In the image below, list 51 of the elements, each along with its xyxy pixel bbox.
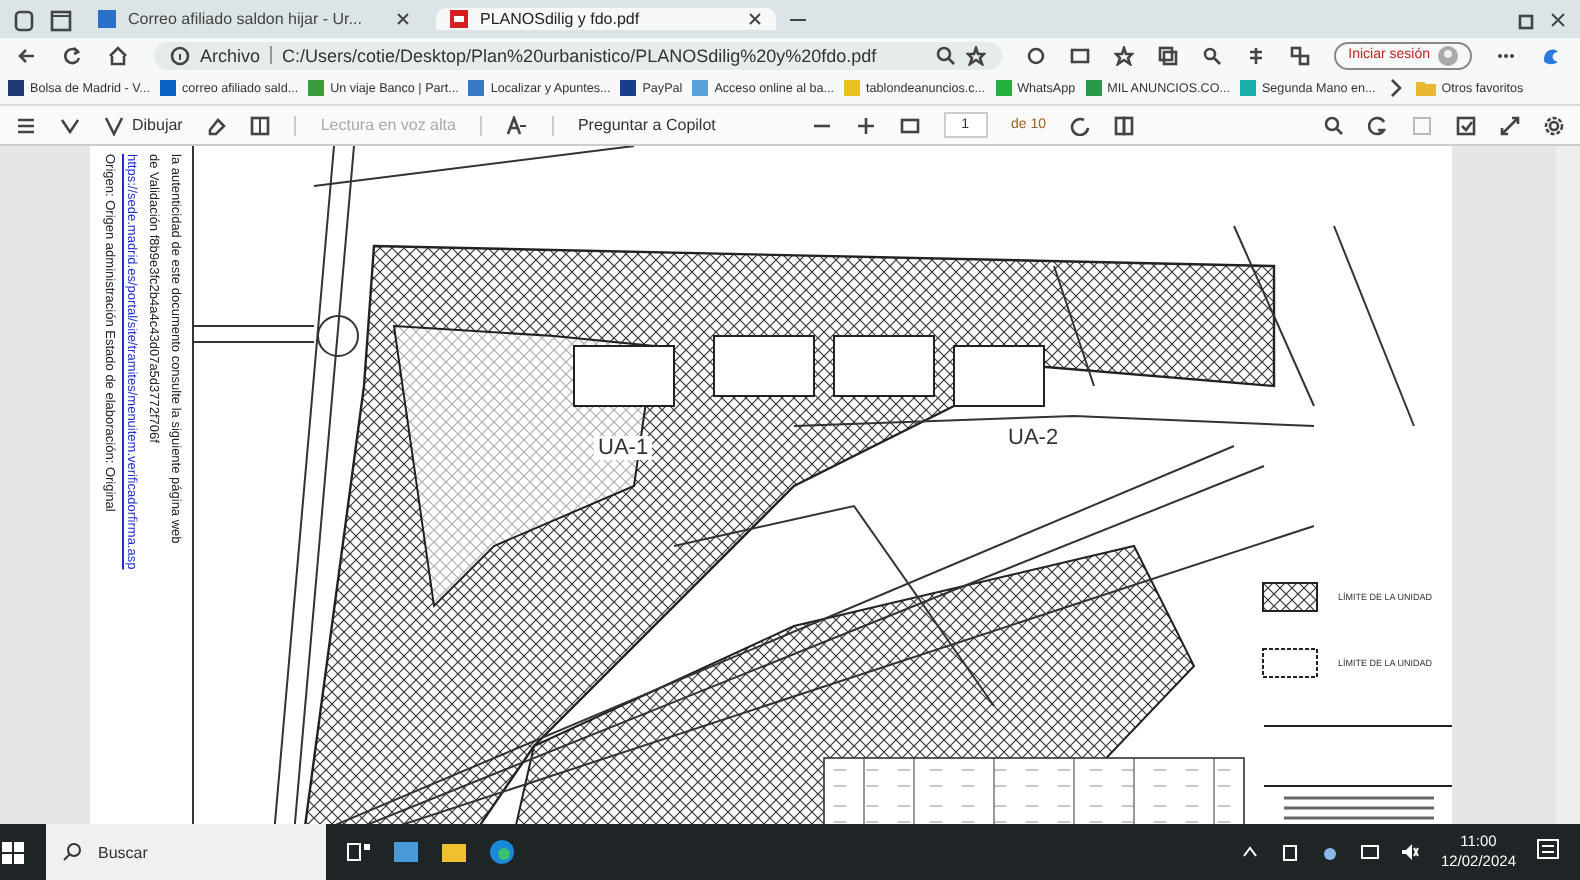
refresh-icon[interactable]	[1368, 115, 1388, 135]
restore-icon[interactable]	[1516, 9, 1536, 29]
folder-icon	[1415, 78, 1436, 98]
url-text: C:/Users/cotie/Desktop/Plan%20urbanistico/PLANOSdilig%20y%20fdo.pdf	[282, 45, 877, 65]
text-icon[interactable]	[250, 115, 271, 135]
close-icon[interactable]	[746, 10, 764, 28]
windows-start-icon[interactable]	[0, 839, 26, 865]
workspaces-icon[interactable]	[12, 7, 36, 31]
browser-tab[interactable]: PLANOSdilig y fdo.pdf	[436, 8, 776, 30]
plan-label: UA-1	[594, 436, 653, 460]
info-icon[interactable]	[170, 45, 190, 65]
fit-page-icon[interactable]	[899, 115, 920, 135]
dashed-legend-swatch-icon	[1261, 648, 1318, 678]
zoom-in-icon[interactable]	[855, 115, 876, 135]
browser-tab[interactable]: Correo afiliado saldon hijar - Ur...	[84, 8, 424, 30]
contents-icon[interactable]	[16, 115, 36, 135]
folder-icon[interactable]	[440, 838, 468, 866]
zoom-icon[interactable]	[936, 45, 957, 65]
ask-copilot-button[interactable]: Preguntar a Copilot	[577, 116, 716, 134]
search-icon[interactable]	[1324, 115, 1344, 135]
fullscreen-icon[interactable]	[1500, 115, 1520, 135]
page-view-icon[interactable]	[1114, 115, 1135, 135]
collections-icon[interactable]	[1158, 45, 1179, 65]
task-view-icon[interactable]	[346, 839, 372, 865]
home-icon[interactable]	[108, 45, 130, 65]
edge-browser-icon[interactable]	[488, 838, 516, 866]
settings-icon[interactable]	[1544, 115, 1564, 135]
star-icon[interactable]	[966, 45, 987, 65]
back-icon[interactable]	[16, 45, 38, 65]
file-scheme-label: Archivo	[200, 45, 261, 65]
avatar-icon	[1438, 45, 1458, 65]
plan-label: UA-2	[1004, 426, 1063, 450]
eraser-icon[interactable]	[206, 115, 227, 135]
tab-actions-icon[interactable]	[48, 7, 72, 31]
save-as-icon[interactable]	[1456, 115, 1476, 135]
chevron-icon[interactable]	[1385, 78, 1406, 98]
refresh-icon[interactable]	[62, 45, 84, 65]
taskbar-search-field[interactable]: Buscar	[46, 824, 326, 880]
pdf-icon	[448, 8, 470, 30]
mail-icon	[96, 8, 118, 30]
mail-app-icon[interactable]	[392, 838, 420, 866]
close-icon[interactable]	[1548, 9, 1568, 29]
address-field[interactable]: Archivo C:/Users/cotie/Desktop/Plan%20urbanistico/PLANOSdilig%20y%20fdo.pdf	[154, 41, 1003, 69]
close-icon[interactable]	[394, 10, 412, 28]
chevron-icon[interactable]	[1240, 842, 1261, 862]
hatched-legend-swatch-icon	[1261, 582, 1318, 612]
rotate-icon[interactable]	[1070, 115, 1091, 135]
muted-speaker-icon[interactable]	[1400, 842, 1421, 862]
search-icon	[62, 842, 82, 862]
draw-button[interactable]: Dibujar	[104, 115, 183, 135]
favorites-icon[interactable]	[1114, 45, 1135, 65]
